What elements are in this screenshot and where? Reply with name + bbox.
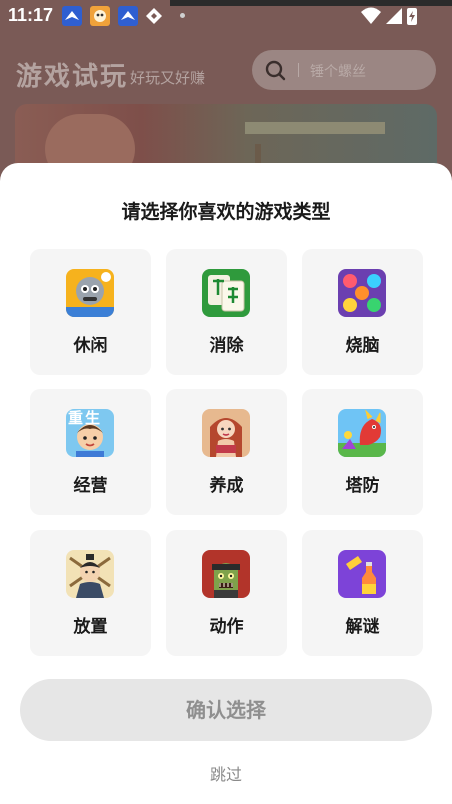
genre-label: 动作	[209, 617, 244, 637]
search-placeholder: 锤个螺丝	[310, 64, 366, 80]
genre-option-puzzle[interactable]: 解谜	[302, 530, 423, 656]
genre-label: 烧脑	[345, 336, 380, 356]
genre-label: 经营	[73, 476, 108, 496]
genre-selection-dialog: 请选择你喜欢的游戏类型 休闲 消除 烧脑 重生 经营 养成 塔防 放置 动作 解…	[0, 163, 452, 804]
confirm-selection-button[interactable]: 确认选择	[20, 679, 432, 741]
battery-charging-icon	[407, 8, 417, 25]
page-subtitle: 好玩又好赚	[130, 69, 206, 87]
genre-option-management[interactable]: 重生 经营	[30, 389, 151, 515]
bottle-puzzle-icon	[338, 550, 386, 598]
zombie-icon	[202, 550, 250, 598]
confirm-button-label: 确认选择	[186, 700, 266, 722]
banner-art-shape	[245, 122, 385, 134]
more-notifications-dot	[180, 13, 185, 18]
search-bar[interactable]: 锤个螺丝	[252, 50, 436, 90]
genre-option-nurture[interactable]: 养成	[166, 389, 287, 515]
genre-option-idle[interactable]: 放置	[30, 530, 151, 656]
genre-label: 养成	[209, 476, 244, 496]
status-bar: 11:17	[0, 0, 452, 32]
skip-link[interactable]: 跳过	[0, 761, 452, 785]
color-balls-puzzle-icon	[338, 269, 386, 317]
dialog-title: 请选择你喜欢的游戏类型	[121, 201, 331, 223]
wifi-icon	[361, 7, 381, 24]
genre-option-tower-defense[interactable]: 塔防	[302, 389, 423, 515]
mahjong-tile-icon	[202, 269, 250, 317]
warrior-character-icon	[66, 550, 114, 598]
genre-label: 放置	[73, 617, 108, 637]
page-title: 游戏试玩	[16, 62, 129, 92]
genre-option-brain[interactable]: 烧脑	[302, 249, 423, 375]
genre-label: 消除	[209, 336, 244, 356]
genre-label: 休闲	[73, 336, 108, 356]
search-divider	[298, 63, 299, 77]
notification-diamond-icon	[144, 6, 164, 26]
dragon-icon	[338, 409, 386, 457]
notification-game-icon	[90, 6, 110, 26]
signal-icon	[386, 8, 402, 24]
casual-game-icon	[66, 269, 114, 317]
notification-bird-icon	[118, 6, 138, 26]
genre-label: 解谜	[345, 617, 380, 637]
genre-option-match[interactable]: 消除	[166, 249, 287, 375]
genre-label: 塔防	[345, 476, 380, 496]
notification-bird-icon	[62, 6, 82, 26]
icon-overlay-text: 重生	[68, 409, 103, 427]
girl-character-icon	[202, 409, 250, 457]
search-icon	[265, 60, 286, 81]
genre-option-action[interactable]: 动作	[166, 530, 287, 656]
genre-option-casual[interactable]: 休闲	[30, 249, 151, 375]
kid-character-icon: 重生	[66, 409, 114, 457]
status-time: 11:17	[8, 5, 54, 25]
